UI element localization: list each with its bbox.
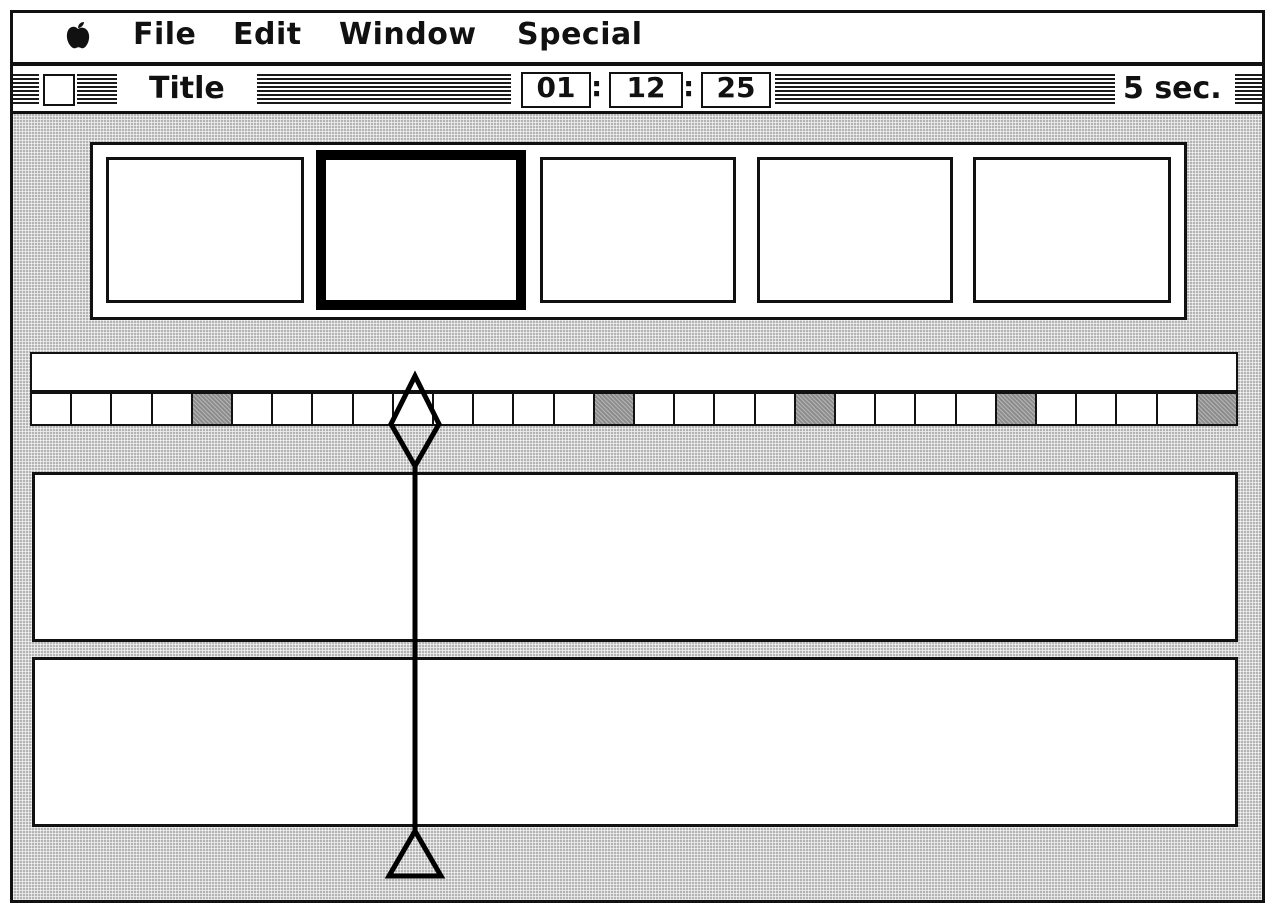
menu-bar: File Edit Window Special bbox=[10, 10, 1265, 66]
timeline-segment[interactable] bbox=[514, 394, 555, 424]
title-bar-stripes bbox=[13, 74, 39, 104]
title-bar-stripes bbox=[257, 74, 511, 104]
track-panel[interactable] bbox=[32, 657, 1238, 827]
timeline-segment[interactable] bbox=[876, 394, 917, 424]
timeline-segment[interactable] bbox=[273, 394, 314, 424]
title-bar-stripes bbox=[775, 74, 1115, 104]
timeline-segment[interactable] bbox=[1037, 394, 1078, 424]
timeline-segment-marked[interactable] bbox=[594, 394, 636, 424]
timeline-segment[interactable] bbox=[313, 394, 354, 424]
timeline-segment-marked[interactable] bbox=[996, 394, 1038, 424]
timeline-segment[interactable] bbox=[32, 394, 73, 424]
timecode-separator: : bbox=[683, 70, 695, 103]
menu-edit[interactable]: Edit bbox=[233, 17, 302, 52]
thumbnail-frame[interactable] bbox=[757, 157, 953, 303]
thumbnail-frame[interactable] bbox=[540, 157, 736, 303]
timeline-segment[interactable] bbox=[675, 394, 716, 424]
timeline-segment-marked[interactable] bbox=[795, 394, 837, 424]
timecode-seconds[interactable]: 25 bbox=[701, 72, 771, 108]
timeline-segment[interactable] bbox=[1077, 394, 1118, 424]
timeline-segment[interactable] bbox=[112, 394, 153, 424]
title-bar-stripes bbox=[1235, 74, 1262, 104]
timeline-header[interactable] bbox=[30, 352, 1238, 392]
thumbnail-frame[interactable] bbox=[106, 157, 304, 303]
timeline-segment[interactable] bbox=[1157, 394, 1198, 424]
menu-file[interactable]: File bbox=[133, 17, 196, 52]
timeline-segment[interactable] bbox=[72, 394, 113, 424]
timecode-separator: : bbox=[591, 70, 603, 103]
timecode-minutes[interactable]: 12 bbox=[609, 72, 683, 108]
diamond-handle-icon bbox=[388, 370, 442, 472]
playhead[interactable] bbox=[380, 368, 450, 883]
thumbnail-frame-selected[interactable] bbox=[316, 150, 526, 310]
timeline-segment[interactable] bbox=[635, 394, 676, 424]
timeline-segment[interactable] bbox=[956, 394, 997, 424]
timecode-hours[interactable]: 01 bbox=[521, 72, 591, 108]
menu-window[interactable]: Window bbox=[339, 17, 477, 52]
timeline-segment[interactable] bbox=[554, 394, 595, 424]
timeline-segment[interactable] bbox=[715, 394, 756, 424]
menu-special[interactable]: Special bbox=[517, 17, 643, 52]
duration-label: 5 sec. bbox=[1123, 71, 1222, 106]
timeline-segment[interactable] bbox=[1117, 394, 1158, 424]
timeline-segment[interactable] bbox=[152, 394, 193, 424]
timeline-segment-marked[interactable] bbox=[1197, 394, 1237, 424]
timeline-segment[interactable] bbox=[755, 394, 796, 424]
window-title: Title bbox=[149, 71, 225, 106]
triangle-handle-icon bbox=[384, 826, 446, 879]
timeline-segment[interactable] bbox=[836, 394, 877, 424]
title-bar-stripes bbox=[77, 74, 117, 104]
track-panel[interactable] bbox=[32, 472, 1238, 642]
close-box-icon[interactable] bbox=[43, 74, 75, 106]
apple-icon[interactable] bbox=[65, 21, 91, 51]
timeline-segment[interactable] bbox=[916, 394, 957, 424]
thumbnail-frame[interactable] bbox=[973, 157, 1171, 303]
timeline-ruler[interactable] bbox=[30, 392, 1238, 426]
window-title-bar[interactable]: Title 01 : 12 : 25 5 sec. bbox=[10, 66, 1265, 114]
timeline-segment[interactable] bbox=[233, 394, 274, 424]
timeline-segment[interactable] bbox=[474, 394, 515, 424]
timeline-segment-marked[interactable] bbox=[192, 394, 234, 424]
